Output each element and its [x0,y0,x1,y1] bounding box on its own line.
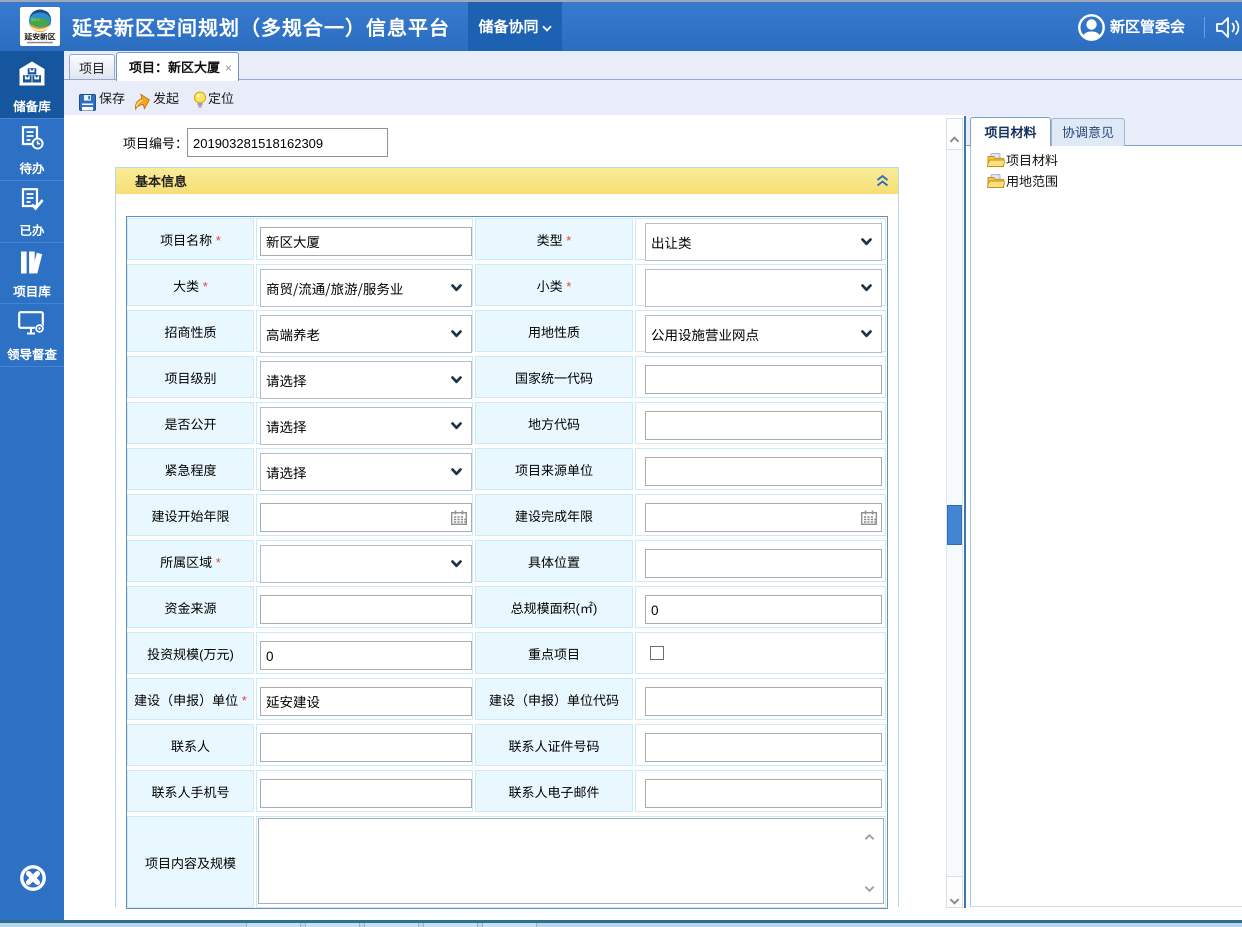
svg-text:延安新区: 延安新区 [23,32,55,43]
